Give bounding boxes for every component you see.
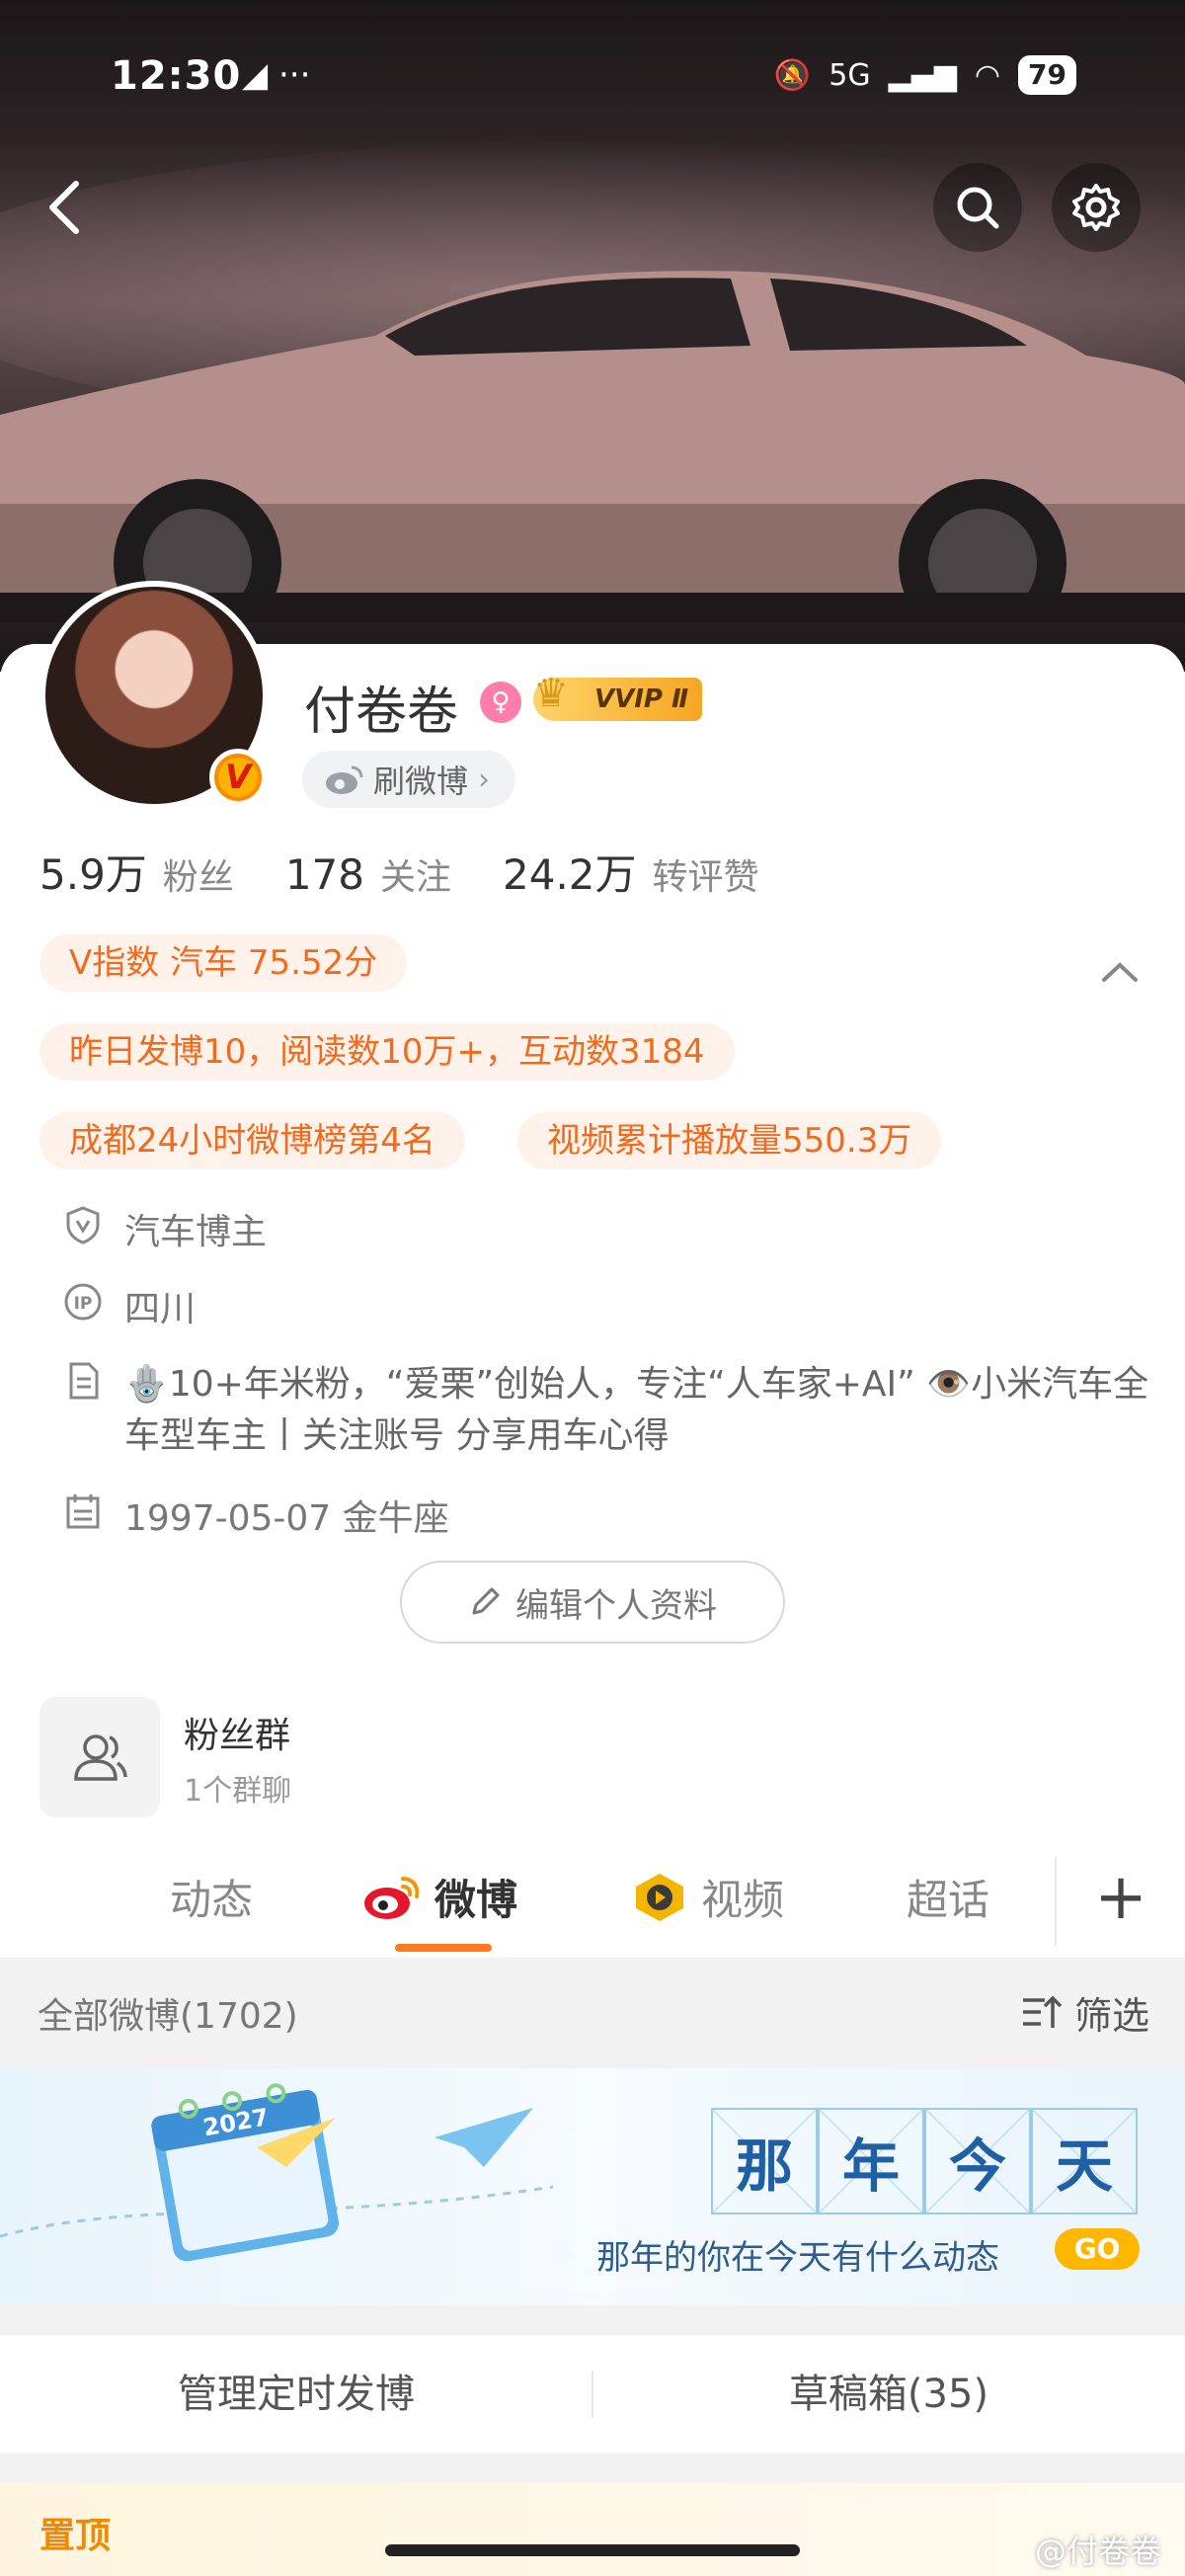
- banner-char-4: 天: [1031, 2108, 1138, 2214]
- following-count[interactable]: 178: [285, 850, 364, 899]
- video-plays-pill[interactable]: 视频累计播放量550.3万: [517, 1112, 942, 1169]
- stats-row: 5.9万 粉丝 178 关注 24.2万 转评赞: [40, 842, 811, 902]
- likes-count[interactable]: 24.2万: [503, 842, 637, 902]
- birthday-text: 1997-05-07 金牛座: [124, 1498, 449, 1539]
- car-illustration: [0, 271, 1185, 622]
- status-right-icons: 🔕 5G ▂▄▆ ◠ 79: [774, 55, 1076, 95]
- settings-button[interactable]: [1052, 163, 1141, 252]
- category-text: 汽车博主: [124, 1212, 268, 1252]
- tab-video[interactable]: 视频: [632, 1867, 784, 1927]
- plus-icon: +: [1094, 1861, 1147, 1934]
- status-left-icons: ◢ ···: [242, 55, 311, 95]
- video-badge-icon: [636, 1873, 683, 1921]
- back-button[interactable]: [20, 163, 109, 252]
- tab-weibo-label: 微博: [434, 1876, 518, 1924]
- collapse-button[interactable]: [1094, 946, 1146, 998]
- likes-label[interactable]: 转评赞: [653, 848, 759, 900]
- pinned-label: 置顶: [40, 2516, 112, 2556]
- bio-row: 🪬10+年米粉，“爱栗”创始人，专注“人车家+AI” 👁️小米汽车全车型车主丨关…: [63, 1359, 1171, 1462]
- scheduled-posts-button[interactable]: 管理定时发博: [0, 2335, 592, 2454]
- signal-icon: ▂▄▆: [888, 57, 957, 93]
- add-tab-button[interactable]: +: [1086, 1863, 1155, 1932]
- home-indicator[interactable]: [385, 2544, 800, 2556]
- manage-row: 管理定时发博 草稿箱(35): [0, 2335, 1185, 2454]
- filter-label: 筛选: [1073, 1994, 1149, 2038]
- v-index-pill[interactable]: V指数 汽车 75.52分: [40, 934, 408, 992]
- tab-chaohua[interactable]: 超话: [907, 1867, 989, 1927]
- gender-female-icon: ♀: [480, 682, 521, 723]
- wifi-icon: ◠: [974, 57, 1001, 93]
- fans-group-icon-box[interactable]: [40, 1697, 160, 1817]
- active-tab-indicator: [395, 1944, 492, 1952]
- vvip-badge[interactable]: ♛ VVIP Ⅱ: [533, 672, 703, 721]
- banner-title: 那 年 今 天: [711, 2108, 1138, 2214]
- shua-weibo-label: 刷微博: [373, 763, 469, 800]
- banner-char-3: 今: [924, 2108, 1031, 2214]
- filter-button[interactable]: 筛选: [1021, 1985, 1149, 2040]
- weibo-logo-icon: [326, 765, 363, 794]
- banner-char-1: 那: [711, 2108, 818, 2214]
- tab-video-label: 视频: [701, 1876, 785, 1924]
- watermark: @付卷卷: [1034, 2533, 1161, 2570]
- profile-name: 付卷卷: [304, 683, 459, 742]
- section-gap: [0, 2305, 1185, 2335]
- crown-icon: ♛: [533, 671, 569, 716]
- pencil-icon: [472, 1587, 500, 1615]
- search-icon: [957, 187, 999, 229]
- filter-sort-icon: [1022, 1995, 1063, 2028]
- yesterday-stats-pill[interactable]: 昨日发博10，阅读数10万+，互动数3184: [40, 1023, 735, 1081]
- drafts-button[interactable]: 草稿箱(35): [592, 2335, 1185, 2454]
- weibo-logo-icon: [364, 1876, 420, 1919]
- pinned-post-header[interactable]: 置顶: [0, 2483, 1185, 2576]
- ip-row: IP 四川: [63, 1280, 196, 1331]
- calendar-icon: [63, 1491, 103, 1531]
- on-this-day-banner[interactable]: 2027 那 年 今 天 那年的你在今天有什么动态 GO: [0, 2068, 1185, 2305]
- tab-dongtai[interactable]: 动态: [170, 1867, 253, 1927]
- section-gap: [0, 2454, 1185, 2483]
- chevron-left-icon: [49, 181, 79, 234]
- content-tabs: 动态 微博 视频 超话 +: [0, 1847, 1185, 1956]
- all-posts-count[interactable]: 全部微博(1702): [38, 1987, 298, 2039]
- chevron-right-icon: ›: [478, 762, 491, 797]
- ranking-pill[interactable]: 成都24小时微博榜第4名: [40, 1112, 465, 1169]
- bio-text: 🪬10+年米粉，“爱栗”创始人，专注“人车家+AI” 👁️小米汽车全车型车主丨关…: [124, 1364, 1149, 1456]
- following-label[interactable]: 关注: [380, 848, 451, 900]
- fans-group-title[interactable]: 粉丝群: [184, 1707, 290, 1758]
- followers-count[interactable]: 5.9万: [40, 842, 147, 902]
- tab-chaohua-label: 超话: [907, 1876, 990, 1924]
- banner-char-2: 年: [818, 2108, 924, 2214]
- mute-icon: 🔕: [773, 57, 812, 93]
- birthday-row: 1997-05-07 金牛座: [63, 1489, 449, 1541]
- battery-indicator: 79: [1018, 55, 1076, 95]
- svg-text:IP: IP: [74, 1294, 93, 1314]
- tab-weibo[interactable]: 微博: [361, 1867, 517, 1927]
- calendar-illustration: 2027: [0, 2083, 553, 2262]
- status-time: 12:30: [111, 53, 242, 99]
- chevron-up-icon: [1102, 962, 1138, 982]
- verified-badge: V: [209, 749, 267, 806]
- network-label: 5G: [829, 57, 871, 93]
- shua-weibo-button[interactable]: 刷微博 ›: [302, 751, 516, 808]
- status-bar: 12:30 ◢ ··· 🔕 5G ▂▄▆ ◠ 79: [0, 49, 1185, 109]
- go-button[interactable]: GO: [1055, 2228, 1140, 2270]
- edit-profile-label: 编辑个人资料: [515, 1585, 717, 1626]
- edit-profile-button[interactable]: 编辑个人资料: [400, 1561, 785, 1644]
- followers-label[interactable]: 粉丝: [163, 848, 234, 900]
- group-people-icon: [74, 1734, 127, 1781]
- fans-group-subtitle: 1个群聊: [184, 1774, 292, 1809]
- vvip-label: VVIP Ⅱ: [594, 684, 689, 714]
- gear-icon: [1072, 184, 1120, 231]
- cover-image[interactable]: 12:30 ◢ ··· 🔕 5G ▂▄▆ ◠ 79: [0, 0, 1185, 672]
- document-icon: [63, 1361, 103, 1401]
- filter-bar: 全部微博(1702) 筛选: [0, 1958, 1185, 2068]
- category-row: 汽车博主: [63, 1203, 267, 1254]
- ip-text: 四川: [124, 1289, 197, 1329]
- ip-location-icon: IP: [63, 1282, 103, 1322]
- search-button[interactable]: [933, 163, 1022, 252]
- shield-v-icon: [63, 1205, 103, 1245]
- tab-divider: [1055, 1857, 1057, 1946]
- tab-dongtai-label: 动态: [170, 1876, 254, 1924]
- verified-badge-letter: V: [218, 758, 258, 797]
- banner-subtitle: 那年的你在今天有什么动态: [596, 2238, 999, 2278]
